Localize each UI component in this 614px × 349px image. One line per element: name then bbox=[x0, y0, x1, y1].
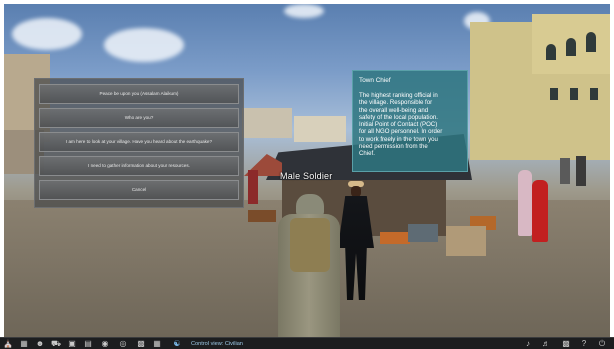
team-icon[interactable]: ☯ bbox=[172, 339, 182, 349]
produce-crate bbox=[248, 210, 276, 222]
right-window bbox=[570, 88, 578, 100]
cloud bbox=[284, 4, 324, 18]
right-window bbox=[590, 88, 598, 100]
produce-crate bbox=[380, 232, 410, 244]
bottom-toolbar: ⛪ ▦ ☻ ⛟ ▣ ▤ ◉ ◎ ▩ ▦ ☯ Control view: Civi… bbox=[0, 337, 614, 349]
unit-name-label: Male Soldier bbox=[280, 171, 333, 181]
dialog-option-greeting[interactable]: Peace be upon you (Assalam Alaikum) bbox=[39, 84, 239, 104]
dialog-option-resources[interactable]: I need to gather information about your … bbox=[39, 156, 239, 176]
character-info-tooltip: Town Chief The highest ranking official … bbox=[352, 70, 468, 172]
cloud bbox=[104, 28, 184, 62]
dialog-option-cancel[interactable]: Cancel bbox=[39, 180, 239, 200]
dialog-menu: Peace be upon you (Assalam Alaikum) Who … bbox=[34, 78, 244, 208]
distant-building bbox=[242, 108, 292, 138]
settings-icon[interactable]: ▦ bbox=[152, 339, 162, 349]
town-chief-head bbox=[351, 186, 361, 197]
inventory-icon[interactable]: ▣ bbox=[67, 339, 77, 349]
document-icon[interactable]: ▩ bbox=[136, 339, 146, 349]
cloth-pile bbox=[408, 224, 438, 242]
radio-icon[interactable]: ◉ bbox=[100, 339, 110, 349]
chat-icon[interactable]: ▤ bbox=[83, 339, 93, 349]
soldier-helmet bbox=[296, 194, 324, 216]
dialog-option-who-are-you[interactable]: Who are you? bbox=[39, 108, 239, 128]
right-window bbox=[566, 38, 576, 56]
villager-figure bbox=[532, 180, 548, 242]
dialog-option-earthquake[interactable]: I am here to look at your village. Have … bbox=[39, 132, 239, 152]
wood-box bbox=[446, 226, 486, 256]
villager-figure bbox=[560, 158, 570, 184]
camera-icon[interactable]: ◎ bbox=[118, 339, 128, 349]
village-icon[interactable]: ⛪ bbox=[3, 339, 13, 349]
microphone-icon[interactable]: ♬ bbox=[541, 339, 551, 349]
villager-figure bbox=[518, 170, 532, 236]
volume-icon[interactable]: ♪ bbox=[523, 339, 533, 349]
screen-icon[interactable]: ▩ bbox=[561, 339, 571, 349]
map-icon[interactable]: ▦ bbox=[19, 339, 29, 349]
power-icon[interactable]: ⏻ bbox=[597, 339, 607, 349]
control-view-label: Control view: Civilian bbox=[191, 341, 243, 347]
group-icon[interactable]: ☻ bbox=[35, 339, 45, 349]
right-window bbox=[586, 32, 596, 52]
villager-figure bbox=[576, 156, 586, 186]
tooltip-title: Town Chief bbox=[359, 77, 391, 84]
right-window bbox=[550, 88, 558, 100]
right-window bbox=[546, 44, 556, 60]
villager-figure bbox=[248, 170, 258, 204]
soldier-backpack bbox=[290, 218, 330, 272]
game-window: Peace be upon you (Assalam Alaikum) Who … bbox=[0, 0, 614, 349]
vehicle-icon[interactable]: ⛟ bbox=[51, 339, 61, 349]
help-icon[interactable]: ? bbox=[579, 339, 589, 349]
distant-building bbox=[294, 116, 346, 142]
tooltip-description: The highest ranking official in the vill… bbox=[359, 92, 443, 158]
cloud bbox=[12, 18, 82, 50]
